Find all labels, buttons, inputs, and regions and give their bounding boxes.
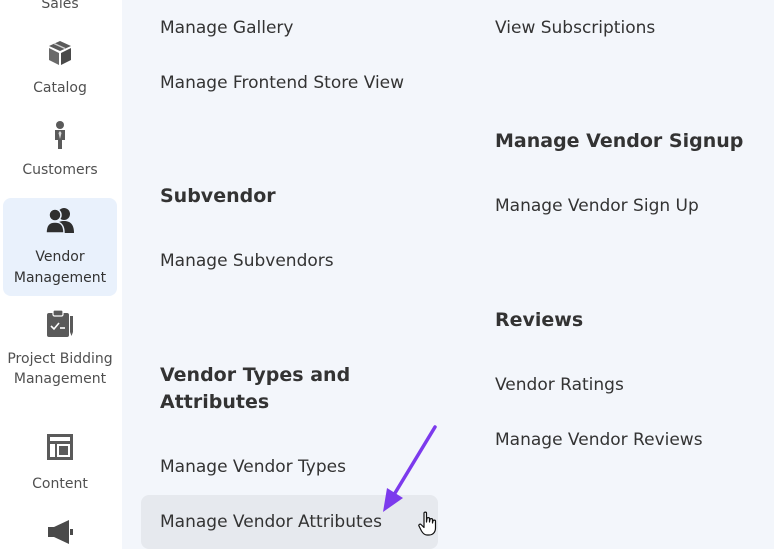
link-manage-frontend-store-view[interactable]: Manage Frontend Store View	[160, 71, 404, 95]
hand-cursor-icon	[418, 511, 437, 536]
sidebar-item-label: Sales	[41, 0, 79, 12]
link-manage-subvendors[interactable]: Manage Subvendors	[160, 249, 334, 273]
sidebar-item-content[interactable]: Content	[3, 432, 117, 496]
section-heading-reviews: Reviews	[495, 309, 584, 331]
link-manage-vendor-reviews[interactable]: Manage Vendor Reviews	[495, 428, 703, 452]
sidebar-item-label: Vendor Management	[13, 249, 107, 286]
link-manage-vendor-types[interactable]: Manage Vendor Types	[160, 455, 346, 479]
person-icon	[45, 120, 75, 150]
section-heading-vendor-types-and-attributes: Vendor Types and Attributes	[160, 364, 351, 413]
sidebar-item-customers[interactable]: Customers	[3, 120, 117, 184]
sidebar-item-label: Content	[32, 476, 88, 492]
sidebar-item-label: Project Bidding Management	[7, 351, 113, 387]
link-vendor-ratings[interactable]: Vendor Ratings	[495, 373, 624, 397]
users-icon	[45, 205, 75, 235]
admin-sidebar: Sales Catalog Customers Vendor Managemen…	[0, 0, 122, 549]
admin-screen: Sales Catalog Customers Vendor Managemen…	[0, 0, 774, 549]
section-heading-manage-vendor-signup: Manage Vendor Signup	[495, 130, 744, 152]
sidebar-item-catalog[interactable]: Catalog	[3, 38, 117, 102]
sidebar-item-marketing[interactable]	[3, 518, 117, 549]
sidebar-item-sales[interactable]: Sales	[3, 0, 117, 16]
sidebar-item-label: Customers	[22, 162, 98, 178]
sidebar-item-vendor-management[interactable]: Vendor Management	[3, 198, 117, 296]
megaphone-icon	[45, 518, 75, 548]
sidebar-item-label: Catalog	[33, 80, 87, 96]
link-manage-vendor-attributes[interactable]: Manage Vendor Attributes	[160, 510, 382, 534]
section-heading-subvendor: Subvendor	[160, 185, 276, 207]
annotation-arrow-icon	[383, 425, 437, 512]
sidebar-item-project-bidding-management[interactable]: Project Bidding Management	[3, 308, 117, 412]
link-manage-vendor-sign-up[interactable]: Manage Vendor Sign Up	[495, 194, 699, 218]
link-manage-gallery[interactable]: Manage Gallery	[160, 16, 293, 40]
link-view-subscriptions[interactable]: View Subscriptions	[495, 16, 655, 40]
layout-icon	[45, 432, 75, 462]
cube-icon	[45, 38, 75, 68]
clipboard-icon	[45, 308, 75, 338]
